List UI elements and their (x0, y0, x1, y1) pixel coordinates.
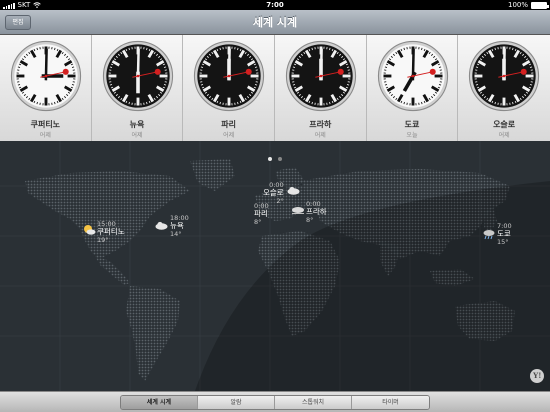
clock-day-label: 오늘 (406, 132, 418, 139)
marker-city: 도쿄 (497, 229, 511, 238)
clock-day-label: 어제 (498, 132, 510, 139)
analog-clock (102, 40, 173, 112)
clock-pivot (228, 74, 231, 78)
page-dot (278, 157, 282, 161)
second-hand-disc (246, 68, 253, 75)
status-bar: SKT 7:00 100% (0, 0, 550, 10)
clock-city-label: 프라하 (309, 120, 332, 129)
world-map-graphic (0, 141, 550, 391)
clock-pivot (411, 74, 414, 78)
analog-clock (10, 40, 82, 112)
analog-clock (285, 40, 357, 112)
map-marker-tokyo[interactable]: 7:00 도쿄 15° (497, 222, 512, 246)
marker-temp: 8° (254, 218, 262, 226)
clock-city-label: 도쿄 (404, 120, 420, 129)
clock-cell[interactable]: 파리 어제 (183, 35, 275, 141)
map-marker-cupertino[interactable]: 15:00 쿠퍼티노 19° (97, 220, 125, 244)
clock-cell[interactable]: 쿠퍼티노 어제 (0, 35, 92, 141)
edit-button[interactable]: 편집 (5, 15, 31, 30)
second-hand-disc (154, 68, 161, 75)
clock-cell[interactable]: 프라하 어제 (274, 35, 367, 141)
tab-alarm[interactable]: 알람 (198, 395, 275, 409)
second-hand-disc (62, 68, 69, 75)
clock-city-label: 쿠퍼티노 (30, 120, 61, 129)
sun-cloud-icon (84, 225, 96, 235)
page-indicator (0, 146, 550, 165)
clock-day-label: 어제 (314, 132, 326, 139)
second-hand-disc (337, 68, 344, 75)
clock-cell[interactable]: 오슬로 어제 (458, 35, 550, 141)
marker-city: 오슬로 (263, 188, 284, 197)
second-hand-disc (429, 68, 436, 75)
map-marker-paris[interactable]: 0:00 파리 8° (254, 202, 269, 226)
map-marker-new-york[interactable]: 18:00 뉴욕 14° (170, 214, 189, 238)
clock-day-label: 어제 (223, 132, 235, 139)
rain-icon (483, 230, 495, 240)
segmented-control: 세계 시계 알람 스톱워치 타이머 (120, 394, 430, 410)
analog-clock (469, 40, 540, 112)
marker-temp: 14° (170, 230, 182, 238)
clock-cell[interactable]: 뉴욕 어제 (91, 35, 184, 141)
analog-clock (194, 40, 265, 112)
marker-city: 뉴욕 (170, 221, 184, 230)
map-marker-prague[interactable]: 0:00 프라하 8° (306, 200, 327, 224)
cloud-icon (287, 186, 300, 195)
analog-clock (377, 40, 448, 112)
clock-pivot (44, 74, 48, 78)
clock-city-label: 파리 (221, 120, 236, 129)
fog-icon (292, 207, 304, 214)
tab-bar: 세계 시계 알람 스톱워치 타이머 (0, 391, 550, 412)
marker-city: 쿠퍼티노 (97, 227, 125, 236)
battery-percent: 100% (507, 1, 528, 9)
clock-pivot (502, 74, 506, 78)
marker-temp: 8° (306, 216, 314, 224)
clock-city-label: 뉴욕 (129, 120, 145, 129)
clock-day-label: 어제 (131, 132, 143, 139)
clock-cell[interactable]: 도쿄 오늘 (366, 35, 459, 141)
clock-city-label: 오슬로 (493, 120, 516, 129)
tab-timer[interactable]: 타이머 (352, 395, 429, 409)
page-title: 세계 시계 (252, 16, 298, 29)
cloud-icon (155, 221, 168, 230)
marker-temp: 15° (497, 238, 509, 246)
navigation-bar: 세계 시계 편집 (0, 10, 550, 35)
page-dot (268, 157, 272, 161)
clock-pivot (319, 74, 323, 78)
clock-day-label: 어제 (39, 132, 51, 139)
marker-city: 프라하 (306, 207, 327, 216)
tab-stopwatch[interactable]: 스톱워치 (275, 395, 352, 409)
marker-temp: 19° (97, 236, 109, 244)
battery-icon (531, 1, 549, 9)
clock-strip: 쿠퍼티노 어제 뉴욕 어제 파리 어제 프라하 어제 도쿄 오늘 오슬로 어제 (0, 35, 550, 141)
yahoo-logo[interactable]: Y! (530, 369, 544, 383)
tab-world-clock[interactable]: 세계 시계 (121, 395, 198, 409)
clock-pivot (136, 74, 139, 78)
marker-city: 파리 (254, 209, 268, 218)
world-map[interactable]: 15:00 쿠퍼티노 19° 18:00 뉴욕 14° 0:00 오슬로 2° … (0, 141, 550, 391)
status-time: 7:00 (266, 1, 284, 9)
second-hand-disc (520, 68, 528, 75)
